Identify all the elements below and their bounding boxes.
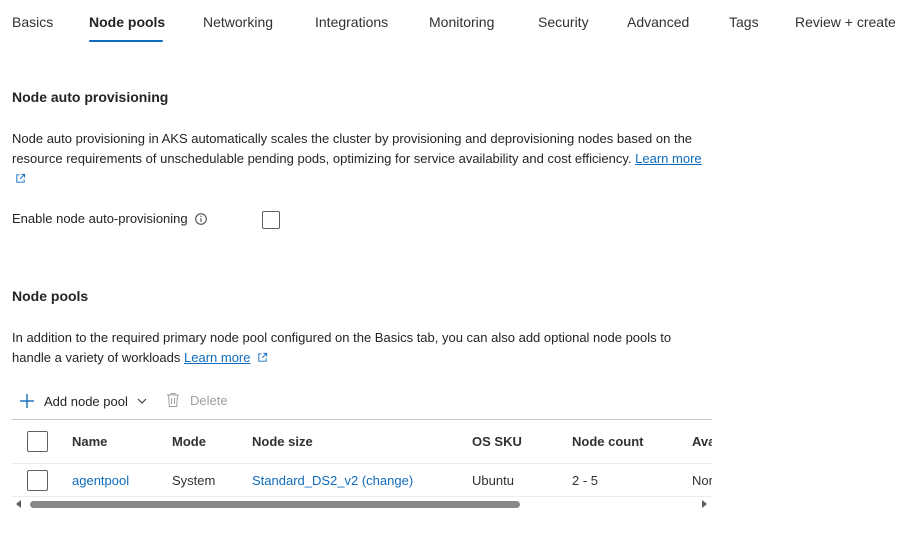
node-pools-table: Name Mode Node size OS SKU Node count Av… (12, 419, 712, 497)
scroll-right-arrow-icon[interactable] (702, 500, 707, 508)
column-header-os-sku[interactable]: OS SKU (472, 434, 522, 449)
node-pool-availability: Nor (692, 473, 712, 488)
header-row-divider (12, 463, 712, 464)
select-all-checkbox[interactable] (27, 431, 48, 452)
column-header-node-size[interactable]: Node size (252, 434, 313, 449)
column-header-availability[interactable]: Ava (692, 434, 712, 449)
enable-auto-provisioning-checkbox[interactable] (262, 211, 280, 229)
active-tab-indicator (89, 40, 163, 42)
node-pools-heading: Node pools (12, 288, 89, 304)
tab-node-pools[interactable]: Node pools (89, 14, 165, 30)
enable-auto-provisioning-label: Enable node auto-provisioning (12, 211, 208, 226)
node-pool-mode: System (172, 473, 216, 488)
auto-provisioning-description-text: Node auto provisioning in AKS automatica… (12, 131, 693, 166)
add-node-pool-button[interactable]: Add node pool (18, 392, 148, 410)
add-node-pool-label: Add node pool (44, 393, 128, 409)
column-header-node-count[interactable]: Node count (572, 434, 644, 449)
tab-review-create[interactable]: Review + create (795, 14, 896, 30)
tab-networking[interactable]: Networking (203, 14, 273, 30)
auto-provisioning-learn-more-link[interactable]: Learn more (635, 151, 701, 166)
tab-advanced[interactable]: Advanced (627, 14, 689, 30)
enable-auto-provisioning-label-text: Enable node auto-provisioning (12, 211, 188, 226)
tab-monitoring[interactable]: Monitoring (429, 14, 494, 30)
info-icon[interactable] (195, 213, 208, 225)
tab-tags[interactable]: Tags (729, 14, 759, 30)
table-top-divider (12, 419, 712, 420)
column-header-name[interactable]: Name (72, 434, 107, 449)
delete-button[interactable]: Delete (166, 392, 228, 408)
node-pool-os-sku: Ubuntu (472, 473, 514, 488)
auto-provisioning-heading: Node auto provisioning (12, 89, 169, 105)
wizard-tabs: Basics Node pools Networking Integration… (0, 0, 912, 44)
row-bottom-divider (12, 496, 712, 497)
row-select-checkbox[interactable] (27, 470, 48, 491)
node-pools-learn-more-link[interactable]: Learn more (184, 350, 250, 365)
table-horizontal-scrollbar[interactable] (12, 498, 712, 511)
external-link-icon[interactable] (15, 173, 26, 184)
column-header-mode[interactable]: Mode (172, 434, 206, 449)
trash-icon (167, 393, 179, 407)
scrollbar-thumb[interactable] (30, 501, 520, 508)
delete-label: Delete (190, 392, 228, 408)
scroll-left-arrow-icon[interactable] (16, 500, 21, 508)
node-pool-node-count: 2 - 5 (572, 473, 599, 488)
chevron-down-icon (137, 398, 147, 404)
node-pools-description-text: In addition to the required primary node… (12, 330, 672, 365)
tab-basics[interactable]: Basics (12, 14, 53, 30)
tab-security[interactable]: Security (538, 14, 589, 30)
node-pools-description: In addition to the required primary node… (12, 328, 712, 368)
auto-provisioning-description: Node auto provisioning in AKS automatica… (12, 129, 712, 189)
external-link-icon[interactable] (257, 352, 268, 363)
plus-icon (20, 394, 34, 408)
node-pool-name-link[interactable]: agentpool (72, 473, 129, 488)
node-size-change-link[interactable]: Standard_DS2_v2 (change) (252, 473, 413, 488)
tab-integrations[interactable]: Integrations (315, 14, 388, 30)
